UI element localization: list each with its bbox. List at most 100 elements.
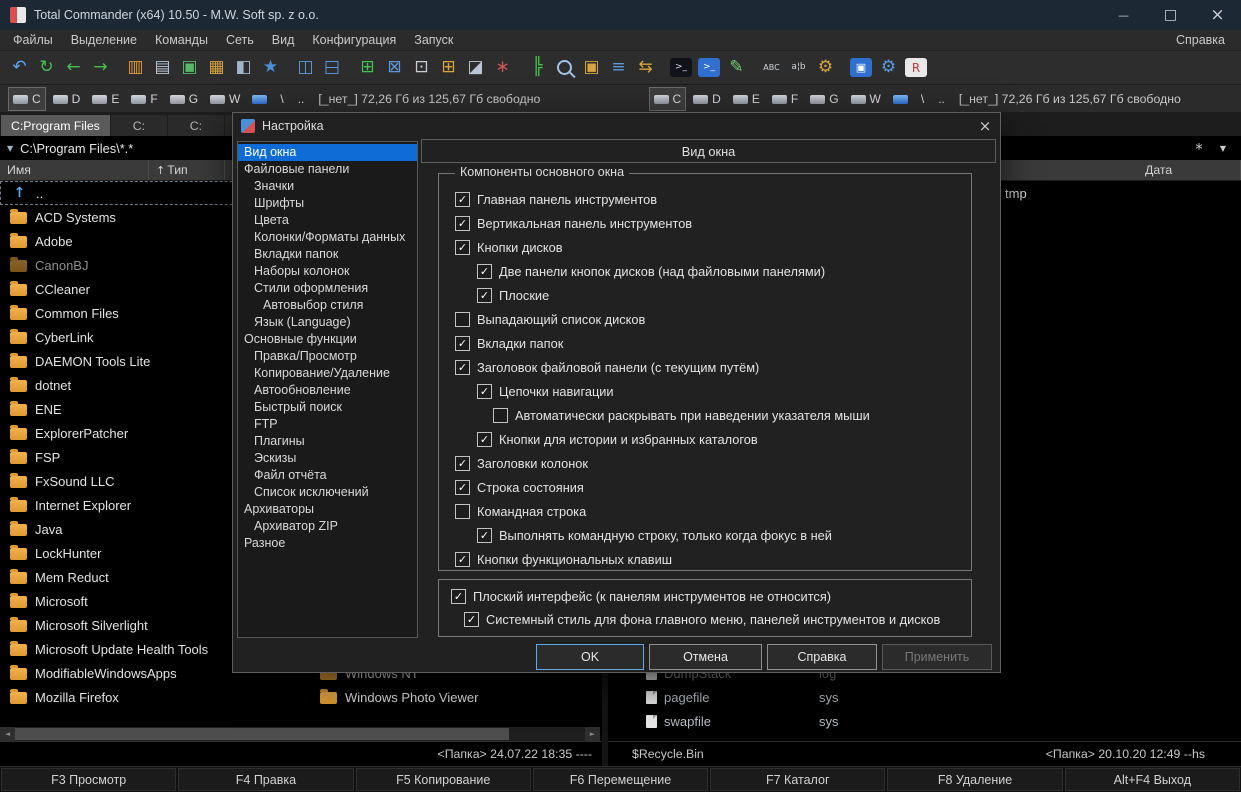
comments-view-icon[interactable]: ▦ [203,55,230,81]
drive-button-f[interactable]: F [767,87,803,111]
category-item-8[interactable]: Наборы колонок [238,263,417,280]
favorites-button[interactable] [1192,141,1206,157]
option-row-11[interactable]: Кнопки для истории и избранных каталогов [439,427,971,451]
checkbox[interactable] [455,455,470,471]
menu-item-2[interactable]: Выделение [62,30,146,50]
network-button[interactable] [888,87,913,111]
category-item-12[interactable]: Основные функции [238,331,417,348]
parent-dir-button[interactable]: .. [292,88,311,110]
category-item-17[interactable]: FTP [238,416,417,433]
category-item-6[interactable]: Колонки/Форматы данных [238,229,417,246]
column-header-type[interactable]: ↑ Тип [149,160,225,180]
scrollbar-track[interactable] [15,727,585,741]
category-item-23[interactable]: Архиватор ZIP [238,518,417,535]
tab-2[interactable]: C: [110,115,167,136]
bottom-option-row-2[interactable]: Системный стиль для фона главного меню, … [439,608,971,631]
option-row-16[interactable]: Кнопки функциональных клавиш [439,547,971,571]
quick-view-icon[interactable]: ◧ [230,55,257,81]
root-dir-button[interactable]: \ [915,88,930,110]
dialog-titlebar[interactable]: Настройка [233,113,1000,139]
drive-button-g[interactable]: G [165,87,203,111]
drive-button-d[interactable]: D [688,87,726,111]
test-archive-icon[interactable]: ⊡ [408,55,435,81]
category-item-10[interactable]: Автовыбор стиля [238,297,417,314]
option-row-2[interactable]: Вертикальная панель инструментов [439,211,971,235]
dir-tree-icon[interactable]: ╠ [524,55,551,81]
option-row-1[interactable]: Главная панель инструментов [439,187,971,211]
thumbnails-view-icon[interactable]: ▣ [176,55,203,81]
checkbox[interactable] [455,239,470,255]
category-item-13[interactable]: Правка/Просмотр [238,348,417,365]
history-back-icon[interactable]: ↶ [6,55,33,81]
scroll-right-icon[interactable] [585,727,600,741]
option-row-12[interactable]: Заголовки колонок [439,451,971,475]
checkbox[interactable] [451,589,466,604]
checkbox[interactable] [455,335,470,351]
minimize-button[interactable] [1100,0,1147,30]
category-item-1[interactable]: Вид окна [238,144,417,161]
category-item-9[interactable]: Стили оформления [238,280,417,297]
bottom-option-row-1[interactable]: Плоский интерфейс (к панелям инструменто… [439,585,971,608]
close-button[interactable] [1194,0,1241,30]
tab-1[interactable]: C:Program Files [1,115,110,136]
unpack-icon[interactable]: ⊠ [381,55,408,81]
checkbox[interactable] [477,263,492,279]
horizontal-scrollbar[interactable] [0,727,600,741]
history-dropdown-button[interactable] [1216,141,1230,157]
drive-button-g[interactable]: G [805,87,843,111]
option-row-9[interactable]: Цепочки навигации [439,379,971,403]
pack-icon[interactable]: ⊞ [354,55,381,81]
category-item-3[interactable]: Значки [238,178,417,195]
fkey-button-6[interactable]: F8 Удаление [887,768,1063,791]
drive-button-e[interactable]: E [728,87,765,111]
prev-dir-icon[interactable]: ← [60,55,87,81]
options-gear-icon[interactable]: ⚙ [812,55,839,81]
ok-button[interactable]: OK [536,644,644,670]
category-item-18[interactable]: Плагины [238,433,417,450]
next-dir-icon[interactable]: → [87,55,114,81]
help-button[interactable]: Справка [767,644,877,670]
file-cell-tmp[interactable]: tmp [1005,181,1027,205]
parent-dir-button[interactable]: .. [932,88,951,110]
brief-view-icon[interactable]: ▥ [122,55,149,81]
panels-horizontal-icon[interactable]: ◫ [319,55,346,81]
category-item-4[interactable]: Шрифты [238,195,417,212]
edit-file-icon[interactable]: ✎ [723,55,750,81]
drive-button-w[interactable]: W [205,87,245,111]
checkbox[interactable] [477,287,492,303]
panels-vertical-icon[interactable]: ◫ [292,55,319,81]
fkey-button-2[interactable]: F4 Правка [178,768,354,791]
checkbox[interactable] [455,359,470,375]
fkey-button-4[interactable]: F6 Перемещение [532,768,709,791]
option-row-14[interactable]: Командная строка [439,499,971,523]
column-header-name[interactable]: Имя [0,160,149,180]
category-item-7[interactable]: Вкладки папок [238,246,417,263]
option-row-8[interactable]: Заголовок файловой панели (с текущим пут… [439,355,971,379]
fkey-button-5[interactable]: F7 Каталог [710,768,886,791]
category-item-21[interactable]: Список исключений [238,484,417,501]
scrollbar-thumb[interactable] [15,728,509,740]
checkbox[interactable] [477,383,492,399]
cancel-button[interactable]: Отмена [649,644,762,670]
full-view-icon[interactable]: ▤ [149,55,176,81]
sync-dirs-icon[interactable]: ⇆ [632,55,659,81]
checkbox[interactable] [455,311,470,327]
decode-icon[interactable]: ∗ [489,55,516,81]
drive-button-e[interactable]: E [87,87,124,111]
powershell-icon[interactable]: >_ [698,58,720,77]
fkey-button-7[interactable]: Alt+F4 Выход [1064,768,1240,791]
category-item-19[interactable]: Эскизы [238,450,417,467]
checkbox[interactable] [455,551,470,567]
drive-button-f[interactable]: F [126,87,162,111]
open-terminal-icon[interactable]: >_ [670,58,692,77]
option-row-3[interactable]: Кнопки дисков [439,235,971,259]
option-row-6[interactable]: Выпадающий список дисков [439,307,971,331]
file-row[interactable]: pagefile sys [608,685,1241,709]
refresh-icon[interactable]: ↻ [33,55,60,81]
checkbox[interactable] [464,612,479,627]
checkbox[interactable] [455,215,470,231]
menu-item-5[interactable]: Вид [263,30,304,50]
network-button[interactable] [247,87,272,111]
menu-item-6[interactable]: Конфигурация [303,30,405,50]
favorites-icon[interactable]: ★ [257,55,284,81]
